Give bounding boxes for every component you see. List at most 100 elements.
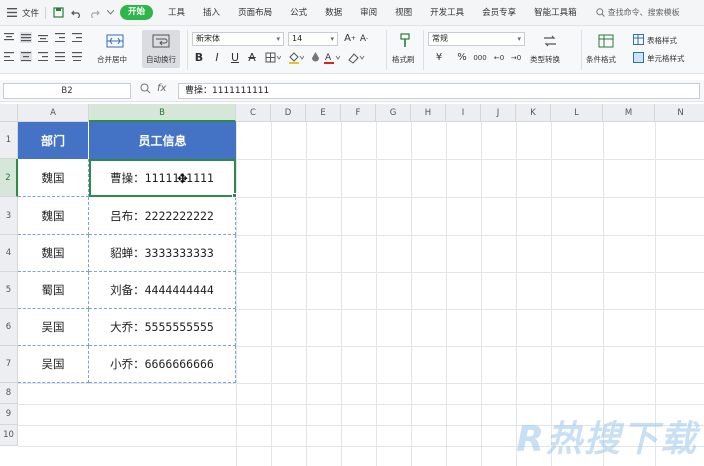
row-header-5[interactable]: 5 (0, 272, 18, 309)
conditional-format-label[interactable]: 条件格式 (586, 54, 616, 65)
table-style-icon[interactable] (632, 33, 644, 45)
type-convert-label[interactable]: 类型转换 (530, 54, 560, 65)
number-format-select[interactable]: 常规 ▾ (428, 32, 525, 46)
wrap-text-label[interactable]: 自动换行 (146, 54, 176, 65)
tab-tools[interactable]: 工具 (159, 0, 194, 26)
column-header-h[interactable]: H (411, 104, 446, 122)
formula-input[interactable]: 曹操：1111111111 (178, 83, 700, 99)
column-header-d[interactable]: D (271, 104, 306, 122)
format-painter-icon[interactable] (392, 32, 418, 50)
align-center-icon[interactable] (20, 51, 32, 62)
italic-button[interactable]: I (211, 51, 223, 64)
row-header-7[interactable]: 7 (0, 346, 18, 383)
row-header-2[interactable]: 2 (0, 159, 18, 197)
percent-button[interactable]: % (455, 51, 469, 64)
indent-decrease-icon[interactable] (54, 32, 66, 43)
worksheet-grid[interactable]: A B C D E F G H I J K L M N 1 2 3 4 5 6 … (0, 104, 704, 466)
cell-a1-header[interactable]: 部门 (18, 122, 89, 159)
fill-handle[interactable] (232, 193, 237, 198)
conditional-format-icon[interactable] (596, 33, 616, 49)
bold-button[interactable]: B (193, 51, 205, 64)
column-header-c[interactable]: C (236, 104, 271, 122)
row-header-10[interactable]: 10 (0, 425, 18, 446)
type-convert-icon[interactable] (540, 33, 560, 49)
font-grow-icon[interactable]: A + (344, 32, 356, 45)
menu-icon[interactable] (6, 7, 18, 19)
tab-data[interactable]: 数据 (316, 0, 351, 26)
tab-view[interactable]: 视图 (386, 0, 421, 26)
align-bottom-icon[interactable] (37, 32, 49, 43)
column-header-f[interactable]: F (341, 104, 376, 122)
cell-b1-header[interactable]: 员工信息 (89, 122, 236, 159)
align-right-icon[interactable] (37, 51, 49, 62)
row-header-1[interactable]: 1 (0, 122, 18, 159)
column-header-e[interactable]: E (306, 104, 341, 122)
tab-review[interactable]: 审阅 (351, 0, 386, 26)
fill-color-icon[interactable] (287, 51, 305, 64)
cell-style-icon[interactable] (632, 51, 644, 63)
cell-info[interactable]: 吕布：2222222222 (89, 197, 236, 235)
column-header-i[interactable]: I (446, 104, 481, 122)
decrease-decimal-icon[interactable]: →0 (509, 51, 523, 64)
tab-formulas[interactable]: 公式 (281, 0, 316, 26)
align-left-icon[interactable] (3, 51, 15, 62)
cell-dept[interactable]: 吴国 (18, 346, 89, 383)
borders-icon[interactable] (264, 51, 282, 64)
cell-info[interactable]: 刘备：4444444444 (89, 272, 236, 309)
cell-dept[interactable]: 魏国 (18, 235, 89, 272)
justify-icon[interactable] (54, 51, 66, 62)
tab-home[interactable]: 开始 (120, 5, 154, 20)
cell-dept[interactable]: 魏国 (18, 159, 89, 197)
redo-icon[interactable] (88, 7, 100, 19)
tab-insert[interactable]: 插入 (194, 0, 229, 26)
tab-developer[interactable]: 开发工具 (421, 0, 473, 26)
chevron-down-icon[interactable] (106, 7, 114, 19)
column-header-j[interactable]: J (481, 104, 516, 122)
cell-info[interactable]: 貂蝉：3333333333 (89, 235, 236, 272)
indent-increase-icon[interactable] (71, 32, 83, 43)
cell-info[interactable]: 曹操：1111111111 (89, 159, 236, 197)
cell-info[interactable]: 小乔：6666666666 (89, 346, 236, 383)
align-top-icon[interactable] (3, 32, 15, 43)
merge-center-label[interactable]: 合并居中 (97, 54, 127, 65)
underline-button[interactable]: U (229, 51, 241, 64)
column-header-m[interactable]: M (603, 104, 655, 122)
cell-style-label[interactable]: 单元格样式 (647, 53, 685, 64)
font-size-select[interactable]: 14 ▾ (288, 32, 338, 46)
row-header-4[interactable]: 4 (0, 235, 18, 272)
table-style-label[interactable]: 表格样式 (647, 35, 677, 46)
cell-dept[interactable]: 蜀国 (18, 272, 89, 309)
fill-effect-icon[interactable] (310, 51, 320, 64)
merge-center-button[interactable] (103, 32, 127, 50)
tab-page-layout[interactable]: 页面布局 (229, 0, 281, 26)
save-icon[interactable] (52, 7, 64, 19)
column-header-b[interactable]: B (89, 104, 236, 122)
font-name-select[interactable]: 新宋体 ▾ (192, 32, 284, 46)
row-header-3[interactable]: 3 (0, 197, 18, 235)
select-all-corner[interactable] (0, 104, 18, 122)
tab-smart-tools[interactable]: 智能工具箱 (525, 0, 586, 26)
font-shrink-icon[interactable]: A- (358, 32, 370, 45)
column-header-n[interactable]: N (655, 104, 704, 122)
zoom-icon[interactable] (140, 83, 151, 97)
insert-function-icon[interactable]: fx (157, 83, 166, 94)
row-header-8[interactable]: 8 (0, 383, 18, 404)
column-header-k[interactable]: K (516, 104, 551, 122)
undo-icon[interactable] (70, 7, 82, 19)
align-middle-icon[interactable] (20, 32, 32, 43)
cell-info[interactable]: 大乔：5555555555 (89, 309, 236, 346)
distribute-icon[interactable] (71, 51, 83, 62)
clear-format-icon[interactable] (344, 51, 368, 64)
column-header-g[interactable]: G (376, 104, 411, 122)
increase-decimal-icon[interactable]: ←0 (492, 51, 506, 64)
cell-dept[interactable]: 魏国 (18, 197, 89, 235)
command-search[interactable]: 查找命令、搜索模板 (595, 7, 680, 18)
tab-member[interactable]: 会员专享 (473, 0, 525, 26)
cell-dept[interactable]: 吴国 (18, 309, 89, 346)
name-box[interactable]: B2 (3, 83, 131, 99)
file-menu[interactable]: 文件 (22, 7, 39, 19)
format-painter-label[interactable]: 格式刷 (392, 54, 415, 65)
thousands-button[interactable]: 000 (472, 51, 488, 64)
column-header-l[interactable]: L (551, 104, 603, 122)
row-header-6[interactable]: 6 (0, 309, 18, 346)
